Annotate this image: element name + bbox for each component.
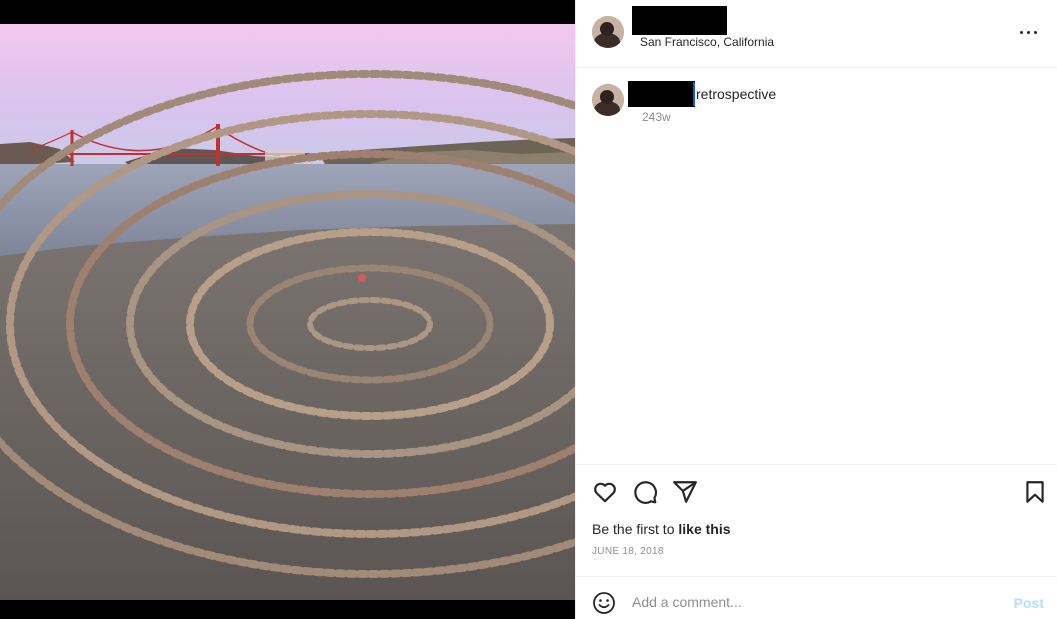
likes-prefix: Be the first to	[592, 521, 679, 537]
smiley-face-icon[interactable]	[592, 591, 616, 615]
post-image-container	[0, 0, 575, 619]
text-cursor-mark	[693, 82, 695, 106]
post-date[interactable]: JUNE 18, 2018	[592, 546, 664, 557]
heart-icon[interactable]	[592, 479, 618, 505]
speech-bubble-icon[interactable]	[632, 479, 658, 505]
caption-author-avatar[interactable]	[592, 84, 624, 116]
paper-plane-icon[interactable]	[672, 479, 698, 505]
post-header: San Francisco, California	[576, 0, 1057, 68]
post-photo[interactable]	[0, 24, 575, 600]
redacted-username	[632, 6, 727, 35]
likes-summary: Be the first to like this	[592, 521, 731, 537]
comment-input[interactable]	[632, 589, 992, 615]
instagram-post-view: San Francisco, California retrospective …	[0, 0, 1057, 619]
redacted-caption-username	[628, 81, 695, 107]
bookmark-icon[interactable]	[1022, 479, 1048, 505]
post-time-ago[interactable]: 243w	[642, 110, 671, 124]
caption-section: retrospective 243w	[576, 68, 1057, 464]
action-bar: Be the first to like this JUNE 18, 2018	[576, 464, 1057, 576]
more-horizontal-icon[interactable]	[1018, 22, 1042, 42]
post-location[interactable]: San Francisco, California	[640, 35, 774, 49]
post-caption: retrospective	[696, 86, 777, 102]
post-comment-button[interactable]: Post	[1014, 595, 1044, 611]
like-this-link[interactable]: like this	[678, 521, 730, 537]
author-avatar[interactable]	[592, 16, 624, 48]
post-details-panel: San Francisco, California retrospective …	[575, 0, 1057, 619]
add-comment-bar: Post	[576, 576, 1057, 619]
